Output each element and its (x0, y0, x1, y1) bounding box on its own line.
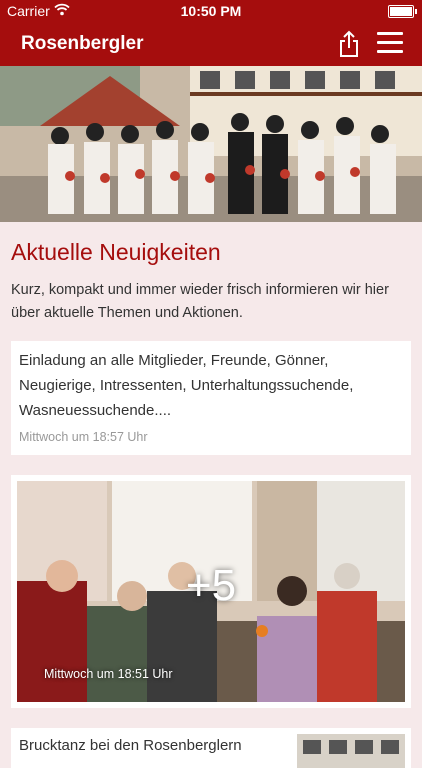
hamburger-menu-icon[interactable] (377, 32, 403, 56)
status-time: 10:50 PM (180, 3, 242, 19)
news-thumbnail (297, 734, 405, 768)
app-title: Rosenbergler (21, 33, 144, 54)
photo-news-card[interactable]: +5 Mittwoch um 18:51 Uhr (11, 475, 411, 708)
nav-bar: Rosenbergler (0, 22, 422, 66)
news-card[interactable]: Brucktanz bei den Rosenberglern (11, 728, 411, 768)
news-text: Brucktanz bei den Rosenberglern (19, 737, 242, 754)
section-title: Aktuelle Neuigkeiten (11, 239, 221, 265)
news-timestamp: Mittwoch um 18:51 Uhr (44, 667, 173, 681)
more-photos-count: +5 (185, 561, 237, 610)
share-icon[interactable] (336, 29, 362, 59)
battery-icon (388, 5, 417, 18)
news-text: Einladung an alle Mitglieder, Freunde, G… (19, 352, 354, 419)
news-photo[interactable]: +5 Mittwoch um 18:51 Uhr (17, 481, 405, 702)
section-description: Kurz, kompakt und immer wieder frisch in… (11, 282, 389, 321)
news-timestamp: Mittwoch um 18:57 Uhr (19, 430, 148, 444)
hero-image (0, 66, 422, 222)
news-card[interactable]: Einladung an alle Mitglieder, Freunde, G… (11, 341, 411, 455)
status-bar: Carrier 10:50 PM (0, 0, 422, 22)
